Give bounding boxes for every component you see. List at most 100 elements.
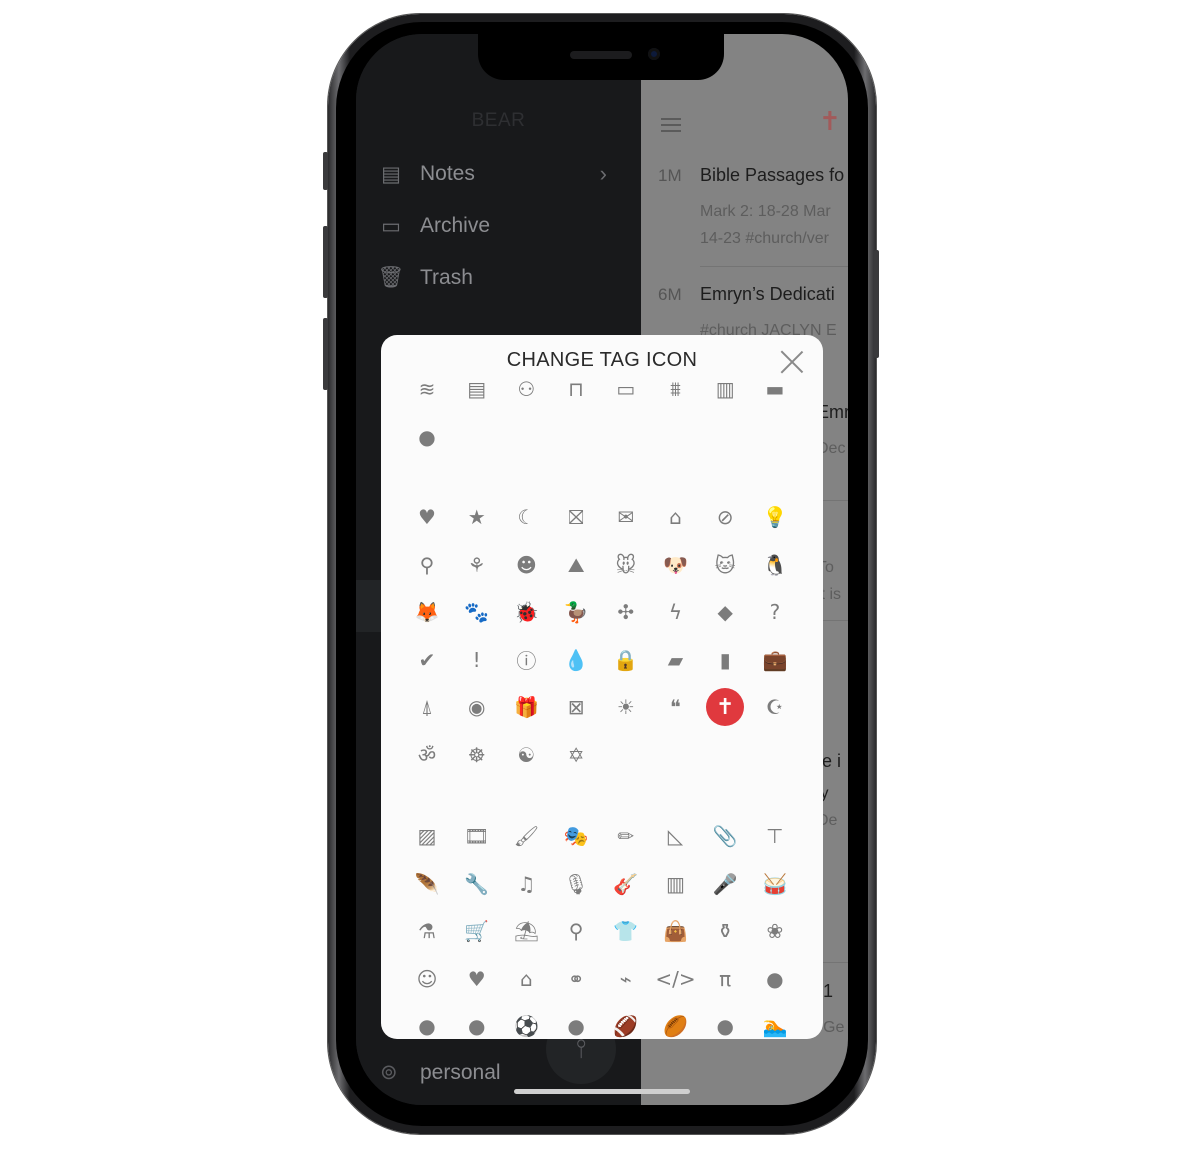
bowling-ball-icon[interactable]: ● <box>703 1006 747 1039</box>
meeting-icon[interactable]: ⚇ <box>504 369 548 409</box>
scroll-icon[interactable]: ▤ <box>455 369 499 409</box>
lightning-icon[interactable]: ϟ <box>654 592 698 632</box>
code-icon[interactable]: </> <box>654 959 698 999</box>
penguin-icon[interactable]: 🐧 <box>753 545 797 585</box>
eye-icon[interactable]: ◉ <box>455 687 499 727</box>
handbag-icon[interactable]: 👜 <box>654 911 698 951</box>
spinning-top-icon[interactable]: ⍋ <box>405 687 449 727</box>
drum-icon[interactable]: 🥁 <box>753 864 797 904</box>
prohibited-icon[interactable]: ⊘ <box>703 497 747 537</box>
microphone-icon[interactable]: 🎙 <box>554 864 598 904</box>
fox-icon[interactable]: 🦊 <box>405 592 449 632</box>
wallet-icon[interactable]: ▰ <box>654 640 698 680</box>
lotus-icon[interactable]: ❀ <box>753 911 797 951</box>
tshirt-icon[interactable]: 👕 <box>604 911 648 951</box>
gift-icon[interactable]: 🎁 <box>504 687 548 727</box>
sidebar-tag-personal[interactable]: ⊚ personal <box>380 1060 501 1085</box>
brush-icon[interactable]: 🖌 <box>504 816 548 856</box>
rings-icon[interactable]: ⚭ <box>554 959 598 999</box>
home-indicator[interactable] <box>514 1089 690 1094</box>
chat-bubbles-icon[interactable]: ▭ <box>604 369 648 409</box>
star-box-icon[interactable]: ⛝ <box>554 497 598 537</box>
set-square-icon[interactable]: ◺ <box>654 816 698 856</box>
mind-icon[interactable]: ☺ <box>405 959 449 999</box>
soccer-icon[interactable]: ⚽ <box>504 1006 548 1039</box>
paperclip-icon[interactable]: 📎 <box>703 816 747 856</box>
handheld-mic-icon[interactable]: 🎤 <box>703 864 747 904</box>
photos-icon[interactable]: ▨ <box>405 816 449 856</box>
dharma-wheel-icon[interactable]: ☸ <box>455 735 499 775</box>
mirror-icon[interactable]: ⚲ <box>554 911 598 951</box>
city-icon[interactable]: ⩩ <box>654 369 698 409</box>
house-icon[interactable]: ⌂ <box>654 497 698 537</box>
smiley-icon[interactable]: ☻ <box>504 545 548 585</box>
dog-icon[interactable]: 🐶 <box>654 545 698 585</box>
pi-icon[interactable]: π <box>703 959 747 999</box>
cat-icon[interactable]: 🐱 <box>703 545 747 585</box>
paw-icon[interactable]: 🐾 <box>455 592 499 632</box>
sneaker-icon[interactable]: ⌁ <box>604 959 648 999</box>
ladybug-icon[interactable]: 🐞 <box>504 592 548 632</box>
briefcase-icon[interactable]: 💼 <box>753 640 797 680</box>
menu-icon[interactable] <box>661 114 681 136</box>
mouse-icon[interactable]: 🐭 <box>604 545 648 585</box>
cross-icon[interactable]: ✝ <box>703 687 747 727</box>
duck-icon[interactable]: 🦆 <box>554 592 598 632</box>
paint-roller-icon[interactable]: ⊤ <box>753 816 797 856</box>
tennis-ball-icon[interactable]: ● <box>405 1006 449 1039</box>
cricket-ball-icon[interactable]: ● <box>455 1006 499 1039</box>
music-note-icon[interactable]: ♫ <box>504 864 548 904</box>
heartbeat-icon[interactable]: ♥ <box>455 959 499 999</box>
perfume-icon[interactable]: ⚱ <box>703 911 747 951</box>
lightbulb-icon[interactable]: 💡 <box>753 497 797 537</box>
tools-icon[interactable]: 🔧 <box>455 864 499 904</box>
layers-icon[interactable]: ≋ <box>405 369 449 409</box>
guitar-icon[interactable]: 🎸 <box>604 864 648 904</box>
crescent-star-icon[interactable]: ☪ <box>753 687 797 727</box>
door-hanger-icon[interactable]: ⊠ <box>554 687 598 727</box>
quote-icon[interactable]: ❝ <box>654 687 698 727</box>
question-circle-icon[interactable]: ? <box>753 592 797 632</box>
swimmer-icon[interactable]: 🏊 <box>753 1006 797 1039</box>
info-circle-icon[interactable]: ⓘ <box>504 640 548 680</box>
rugby-ball-icon[interactable]: 🏉 <box>654 1006 698 1039</box>
theater-masks-icon[interactable]: 🎭 <box>554 816 598 856</box>
feather-icon[interactable]: 🪶 <box>405 864 449 904</box>
puzzle-icon[interactable]: ✣ <box>604 592 648 632</box>
mute-switch <box>323 152 328 190</box>
envelope-icon[interactable]: ✉ <box>604 497 648 537</box>
star-of-david-icon[interactable]: ✡ <box>554 735 598 775</box>
poop-icon[interactable]: ⛰ <box>554 545 598 585</box>
terminal-icon[interactable]: ▬ <box>753 369 797 409</box>
star-icon[interactable]: ★ <box>455 497 499 537</box>
om-icon[interactable]: ॐ <box>405 735 449 775</box>
diamond-question-icon[interactable]: ◆ <box>703 592 747 632</box>
basketball-icon[interactable]: ● <box>753 959 797 999</box>
heart-icon[interactable]: ♥ <box>405 497 449 537</box>
plant-icon[interactable]: ⚘ <box>455 545 499 585</box>
piano-icon[interactable]: ▥ <box>654 864 698 904</box>
football-icon[interactable]: 🏈 <box>604 1006 648 1039</box>
yin-yang-icon[interactable]: ☯ <box>504 735 548 775</box>
check-circle-icon[interactable]: ✔ <box>405 640 449 680</box>
shopping-cart-icon[interactable]: 🛒 <box>455 911 499 951</box>
beach-icon[interactable]: ⛱ <box>504 911 548 951</box>
desk-icon[interactable]: ⊓ <box>554 369 598 409</box>
flask-icon[interactable]: ⚗ <box>405 911 449 951</box>
sun-icon[interactable]: ☀ <box>604 687 648 727</box>
map-pin-icon[interactable]: ⚲ <box>405 545 449 585</box>
drop-icon[interactable]: 💧 <box>554 640 598 680</box>
film-icon[interactable]: 🎞 <box>455 816 499 856</box>
book-icon[interactable]: ▮ <box>703 640 747 680</box>
sidebar-item-notes[interactable]: ▤ Notes › <box>380 154 625 194</box>
factory-icon[interactable]: ▥ <box>703 369 747 409</box>
moon-icon[interactable]: ☾ <box>504 497 548 537</box>
lock-icon[interactable]: 🔒 <box>604 640 648 680</box>
sidebar-item-trash[interactable]: 🗑 Trash <box>378 258 473 298</box>
pencil-icon[interactable]: ✏ <box>604 816 648 856</box>
home-heart-icon[interactable]: ⌂ <box>504 959 548 999</box>
sidebar-item-archive[interactable]: ▭ Archive <box>380 206 490 246</box>
globe-icon[interactable]: ● <box>405 417 449 457</box>
volleyball-icon[interactable]: ● <box>554 1006 598 1039</box>
exclamation-circle-icon[interactable]: ! <box>455 640 499 680</box>
